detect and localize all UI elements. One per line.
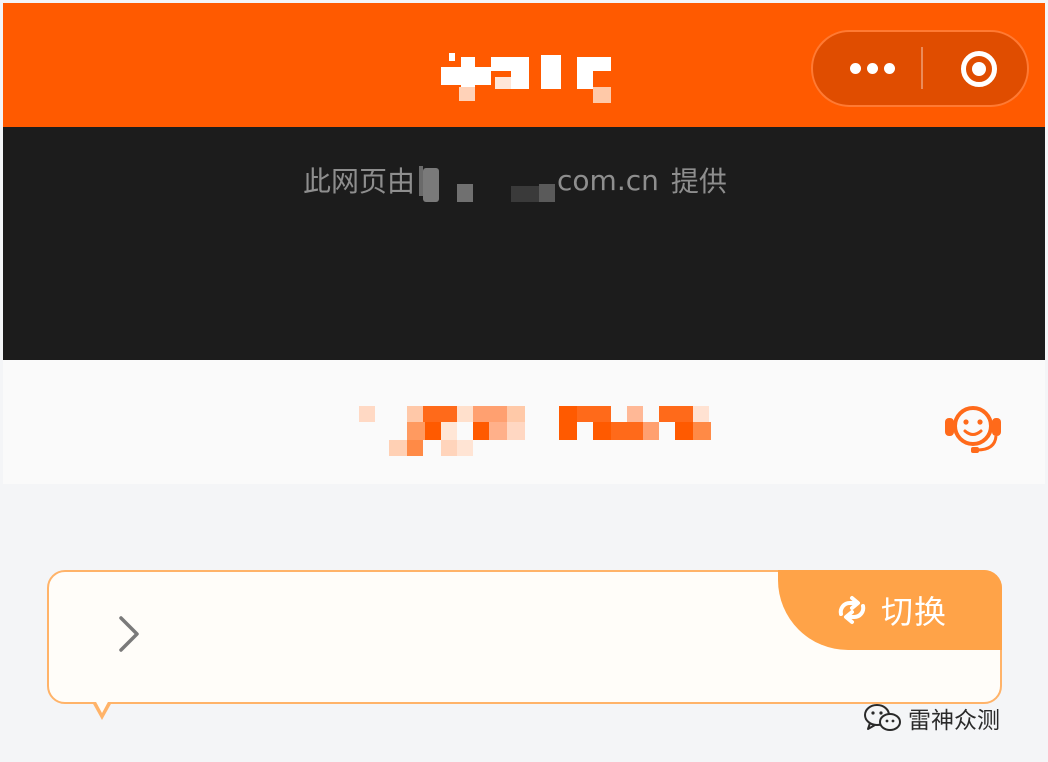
more-dots-icon bbox=[847, 63, 898, 74]
wechat-icon bbox=[864, 704, 901, 731]
more-button[interactable] bbox=[827, 32, 917, 105]
provider-domain-suffix: com.cn bbox=[557, 163, 659, 197]
provider-prefix: 此网页由 bbox=[303, 165, 416, 198]
notice-card[interactable]: 切换 bbox=[47, 570, 1002, 704]
watermark: 雷神众测 bbox=[862, 700, 1000, 736]
notice-card-tail bbox=[92, 700, 112, 720]
capsule-divider bbox=[921, 47, 923, 89]
nav-title-pixelated bbox=[441, 47, 611, 109]
chevron-right-icon[interactable] bbox=[109, 610, 149, 658]
provider-domain-pixelated bbox=[415, 160, 557, 202]
watermark-text: 雷神众测 bbox=[908, 708, 1000, 734]
switch-button[interactable]: 切换 bbox=[778, 570, 1002, 650]
mini-program-capsule bbox=[811, 30, 1029, 107]
target-circle-icon bbox=[961, 50, 997, 87]
provider-suffix: 提供 bbox=[670, 165, 727, 198]
customer-service-icon[interactable] bbox=[941, 398, 1005, 458]
top-nav-bar bbox=[3, 3, 1045, 127]
switch-label: 切换 bbox=[880, 593, 947, 631]
refresh-swap-icon bbox=[838, 596, 866, 624]
provider-notice: 此网页由 com.cn 提供 bbox=[303, 160, 727, 202]
page-title-pixelated bbox=[355, 402, 715, 460]
close-mini-program-button[interactable] bbox=[939, 32, 1019, 105]
page-header bbox=[3, 360, 1045, 484]
